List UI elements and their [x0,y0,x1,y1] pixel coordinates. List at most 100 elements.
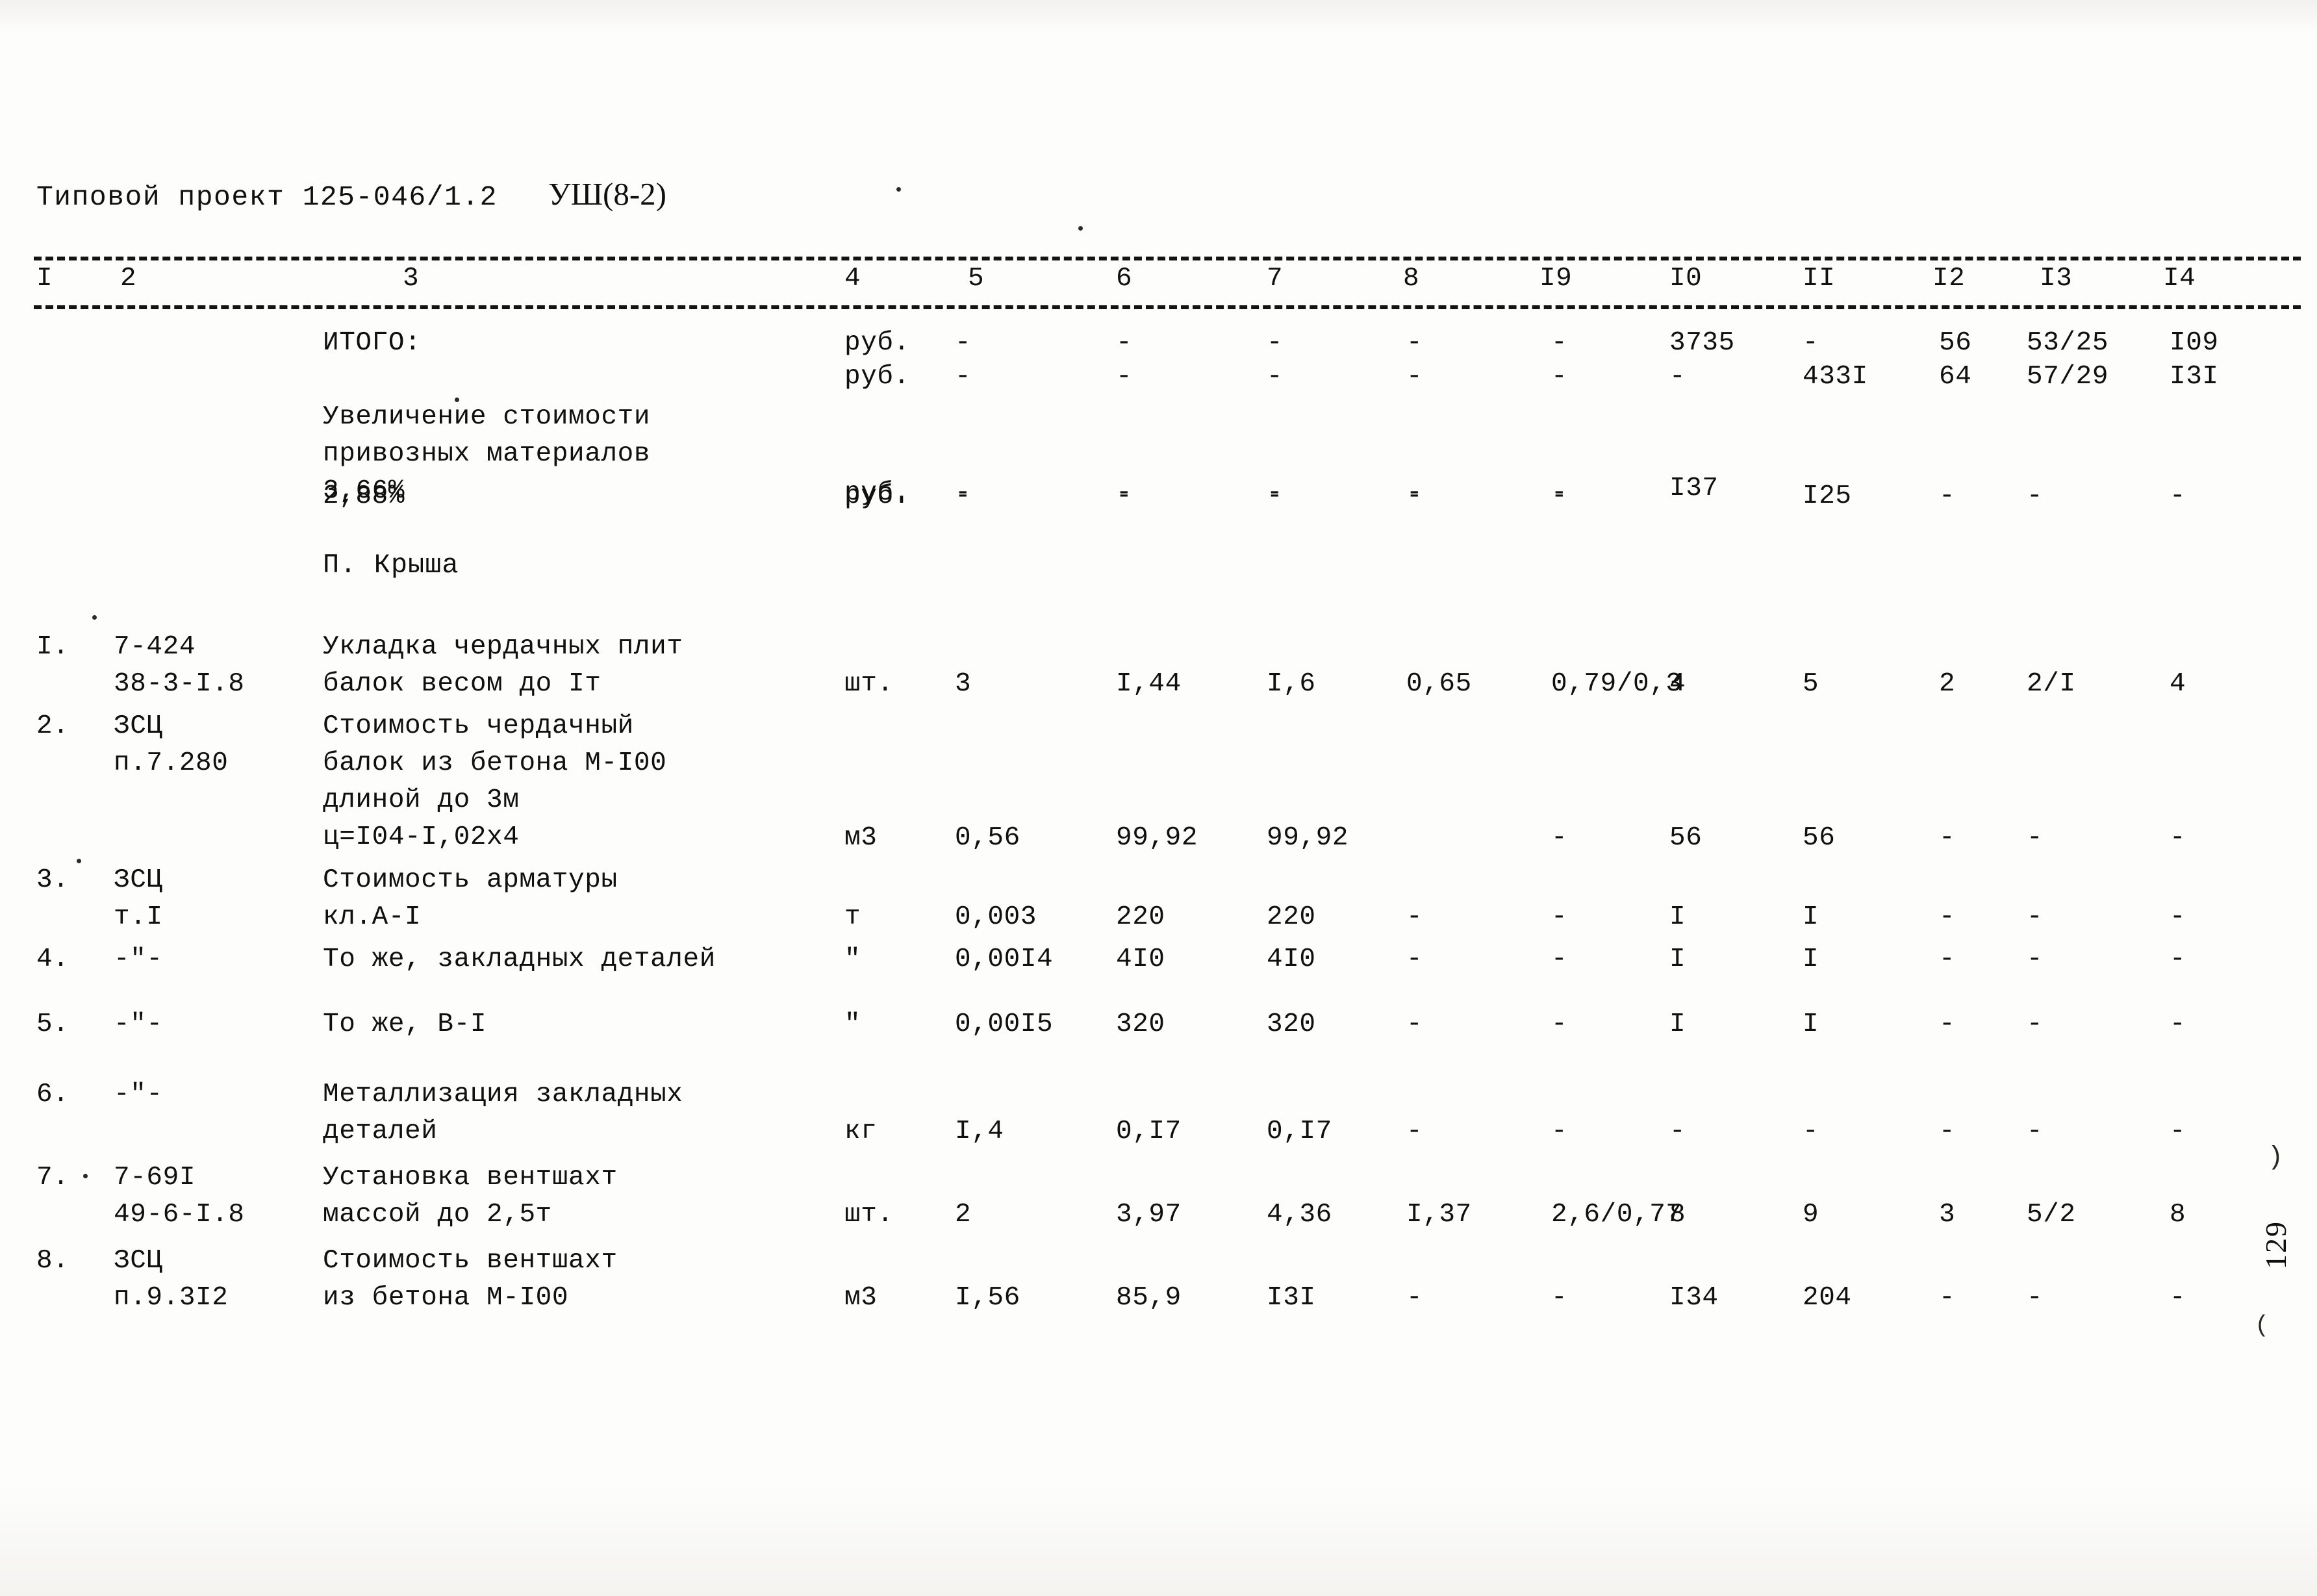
row-col7: - [1267,328,1284,358]
table-row: Увеличение стоимости привозных материало… [0,399,2317,508]
row-col14: 4 [2170,669,2186,699]
margin-mark: ) [2267,1143,2283,1172]
row-description: Установка вентшахт массой до 2,5т [323,1163,618,1230]
row-description: 2,88% [323,481,405,511]
row-col14: - [2170,1283,2186,1313]
row-col6: - [1116,328,1133,358]
row-col11: I [1803,944,1819,974]
row-description: Укладка чердачных плит балок весом до Iт [323,632,683,699]
row-number: 3. [36,865,70,895]
table-row: 6. -"- Металлизация закладных деталей кг… [0,1076,2317,1159]
table-rule-bottom [34,305,2301,309]
scan-speckle [1078,226,1083,231]
row-col5: 0,003 [955,902,1037,932]
row-col10: - [1669,362,1686,392]
document-header: Типовой проект 125-046/1.2 УШ(8-2) [36,175,666,213]
row-code: 7-69I 49-6-I.8 [114,1163,245,1230]
row-col14: - [2170,823,2186,853]
row-col6: 320 [1116,1009,1165,1039]
row-number: 6. [36,1080,70,1109]
row-col11: 5 [1803,669,1819,699]
margin-mark-secondary: ( [2255,1312,2269,1339]
scan-speckle [83,1174,88,1178]
row-col11: 204 [1803,1283,1852,1313]
column-number-7: 7 [1267,264,1284,294]
row-number: 5. [36,1009,70,1039]
row-col13: 5/2 [2027,1200,2076,1230]
row-col14: I3I [2170,362,2219,392]
row-col10: 4 [1669,669,1686,699]
table-row: 5. -"- То же, В-I " 0,00I5 320 320 - - I… [0,1006,2317,1076]
row-code: ЗСЦ п.7.280 [114,711,229,778]
row-col10: I [1669,944,1686,974]
row-col5: I,56 [955,1283,1020,1313]
table-row: 4. -"- То же, закладных деталей " 0,00I4… [0,941,2317,1006]
row-col8: - [1406,902,1423,932]
row-col13: - [2027,481,2044,511]
row-col13: - [2027,902,2044,932]
row-col10: I [1669,1009,1686,1039]
row-col7: 99,92 [1267,823,1349,853]
row-col12: 64 [1939,362,1972,392]
row-col7: 0,I7 [1267,1117,1332,1146]
row-col5: I,4 [955,1117,1004,1146]
row-col11: I25 [1803,481,1852,511]
section-heading-row: П. Крыша [0,550,2317,629]
column-number-3: 3 [403,264,420,294]
row-col14: - [2170,902,2186,932]
row-col13: 53/25 [2027,328,2109,358]
sheet-code: УШ(8-2) [548,176,666,212]
row-col10: 3735 [1669,328,1735,358]
column-number-8: 8 [1403,264,1420,294]
row-unit: шт. [844,669,894,699]
row-col13: 57/29 [2027,362,2109,392]
row-col6: 99,92 [1116,823,1198,853]
column-number-12: I2 [1932,264,1966,294]
row-col8: - [1406,481,1423,511]
row-description: ИТОГО: [323,328,422,358]
row-col12: - [1939,902,1956,932]
column-number-14: I4 [2163,264,2196,294]
row-col5: 0,00I5 [955,1009,1054,1039]
row-col7: 4I0 [1267,944,1316,974]
row-col8: - [1406,1117,1423,1146]
row-col8: - [1406,1283,1423,1313]
row-col7: 220 [1267,902,1316,932]
column-number-header-row: I 2 3 4 5 6 7 8 I9 I0 II I2 I3 I4 [0,264,2317,301]
row-col6: 0,I7 [1116,1117,1182,1146]
scan-speckle [896,187,901,192]
row-col14: - [2170,1117,2186,1146]
row-col11: I [1803,1009,1819,1039]
row-number: I. [36,632,70,662]
row-col6: 3,97 [1116,1200,1182,1230]
row-col7: - [1267,481,1284,511]
page-number: 129 [2259,1221,2292,1269]
scan-edge-bottom [0,1486,2317,1596]
row-unit: кг [844,1117,878,1146]
row-col5: - [955,328,972,358]
row-code: ЗСЦ п.9.3I2 [114,1246,229,1313]
row-col6: 4I0 [1116,944,1165,974]
row-col6: - [1116,362,1133,392]
row-description: Стоимость вентшахт из бетона М-I00 [323,1246,618,1313]
row-col10: I34 [1669,1283,1719,1313]
row-col12: - [1939,1117,1956,1146]
row-col6: 220 [1116,902,1165,932]
row-col5: 0,00I4 [955,944,1054,974]
row-col11: 56 [1803,823,1836,853]
row-col6: - [1116,481,1133,511]
row-code: ЗСЦ т.I [114,865,163,932]
row-col12: 2 [1939,669,1956,699]
row-col8: - [1406,944,1423,974]
table-row: ИТОГО: руб. - - - - - 3735 - 56 53/25 I0… [0,325,2317,359]
row-col11: 9 [1803,1200,1819,1230]
row-col12: - [1939,823,1956,853]
row-code: 7-424 38-3-I.8 [114,632,245,699]
row-col13: - [2027,1283,2044,1313]
table-row: I. 7-424 38-3-I.8 Укладка чердачных плит… [0,629,2317,708]
column-number-11: II [1803,264,1836,294]
row-col8: - [1406,1009,1423,1039]
row-description: Стоимость чердачный балок из бетона М-I0… [323,711,667,852]
row-col13: - [2027,944,2044,974]
row-unit: шт. [844,1200,894,1230]
